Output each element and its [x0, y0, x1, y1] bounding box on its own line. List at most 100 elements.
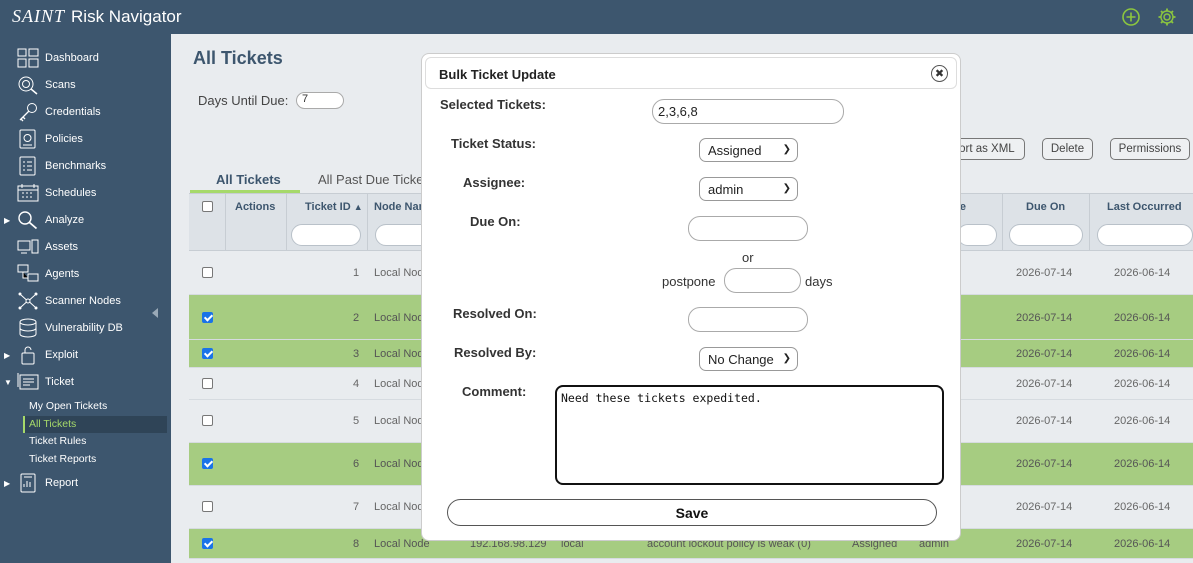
col-ticket-id-label: Ticket ID [305, 201, 351, 213]
sidebar-sub-all-tickets[interactable]: All Tickets [23, 416, 167, 433]
sidebar-item-benchmarks[interactable]: Benchmarks [0, 154, 171, 178]
sidebar-item-scans[interactable]: Scans [0, 73, 171, 97]
close-icon[interactable]: ✖ [931, 65, 948, 82]
ticket-status-value: Assigned [708, 142, 762, 158]
resolved-on-input[interactable] [688, 307, 808, 332]
cell-last-occurred: 2026-06-14 [1114, 458, 1171, 470]
row-checkbox[interactable] [202, 267, 213, 278]
cell-due-on: 2026-07-14 [1016, 312, 1073, 324]
sidebar-item-agents[interactable]: Agents [0, 262, 171, 286]
ticket-status-select[interactable]: Assigned ❯ [699, 138, 798, 162]
postpone-days-input[interactable] [724, 268, 801, 293]
cell-last-occurred: 2026-06-14 [1114, 501, 1171, 513]
row-checkbox[interactable] [202, 458, 213, 469]
row-checkbox[interactable] [202, 378, 213, 389]
sidebar-item-exploit[interactable]: ▶ Exploit [0, 343, 171, 367]
cell-last-occurred: 2026-06-14 [1114, 538, 1171, 550]
sidebar-item-dashboard[interactable]: Dashboard [0, 46, 171, 70]
row-checkbox[interactable] [202, 312, 213, 323]
assignee-select[interactable]: admin ❯ [699, 177, 798, 201]
sidebar-item-label: Policies [45, 133, 83, 145]
permissions-button[interactable]: Permissions [1110, 138, 1190, 160]
sidebar-collapse-icon[interactable] [152, 308, 158, 318]
database-icon [19, 318, 37, 338]
tab-all-tickets[interactable]: All Tickets [216, 172, 281, 187]
collapse-caret-icon[interactable]: ▼ [4, 378, 12, 387]
sidebar-item-analyze[interactable]: ▶ Analyze [0, 208, 171, 232]
cell-due-on: 2026-07-14 [1016, 378, 1073, 390]
cell-due-on: 2026-07-14 [1016, 501, 1073, 513]
sidebar-item-policies[interactable]: Policies [0, 127, 171, 151]
row-checkbox[interactable] [202, 415, 213, 426]
row-checkbox[interactable] [202, 348, 213, 359]
sidebar-item-report[interactable]: ▶ Report [0, 471, 171, 495]
delete-button[interactable]: Delete [1042, 138, 1093, 160]
days-until-due-input[interactable]: 7 [296, 92, 344, 109]
ticket-id-filter-input[interactable] [291, 224, 361, 246]
dashboard-icon [17, 48, 39, 68]
assignee-label: Assignee: [463, 175, 526, 190]
cell-node-name: Local Node [374, 267, 422, 279]
assignee-filter-input[interactable] [957, 224, 997, 246]
sidebar-item-ticket[interactable]: ▼ Ticket [0, 370, 171, 394]
expand-caret-icon[interactable]: ▶ [4, 479, 10, 488]
last-occurred-filter-input[interactable] [1097, 224, 1193, 246]
col-due-on[interactable]: Due On [1026, 201, 1065, 213]
sidebar-item-schedules[interactable]: Schedules [0, 181, 171, 205]
cell-last-occurred: 2026-06-14 [1114, 415, 1171, 427]
sidebar-item-label: Vulnerability DB [45, 322, 123, 334]
cell-ticket-id: 6 [353, 458, 360, 470]
brand[interactable]: SAINT Risk Navigator [12, 6, 182, 27]
sidebar-item-label: Scanner Nodes [45, 295, 121, 307]
expand-caret-icon[interactable]: ▶ [4, 351, 10, 360]
col-ticket-id[interactable]: Ticket ID ▲ [305, 201, 363, 213]
cell-due-on: 2026-07-14 [1016, 348, 1073, 360]
assignee-value: admin [708, 181, 744, 197]
cell-ticket-id: 3 [353, 348, 360, 360]
row-checkbox[interactable] [202, 538, 213, 549]
sidebar-item-label: Schedules [45, 187, 97, 199]
expand-caret-icon[interactable]: ▶ [4, 216, 10, 225]
resolved-by-select[interactable]: No Change ❯ [699, 347, 798, 371]
col-last-occurred[interactable]: Last Occurred [1107, 201, 1182, 213]
sidebar-item-label: Exploit [45, 349, 79, 361]
cell-last-occurred: 2026-06-14 [1114, 348, 1171, 360]
days-until-due-label: Days Until Due: [198, 93, 289, 108]
cell-ticket-id: 2 [353, 312, 360, 324]
sidebar-item-credentials[interactable]: Credentials [0, 100, 171, 124]
policy-icon [19, 129, 36, 149]
sidebar-item-label: Ticket [45, 376, 74, 388]
comment-textarea[interactable]: Need these tickets expedited. [555, 385, 944, 485]
cell-due-on: 2026-07-14 [1016, 415, 1073, 427]
top-bar: SAINT Risk Navigator [0, 0, 1193, 34]
cell-node-name: Local Node [374, 378, 422, 390]
sidebar-sub-ticket-rules[interactable]: Ticket Rules [23, 433, 167, 450]
calendar-icon [17, 184, 39, 202]
bulk-ticket-update-dialog: Bulk Ticket Update ✖ Selected Tickets: 2… [421, 53, 961, 541]
sidebar-sub-my-open-tickets[interactable]: My Open Tickets [23, 398, 167, 415]
sidebar-item-vulnerability-db[interactable]: Vulnerability DB [0, 316, 171, 340]
due-on-input[interactable] [688, 216, 808, 241]
gear-icon[interactable] [1157, 7, 1177, 27]
network-icon [18, 292, 38, 310]
row-checkbox[interactable] [202, 501, 213, 512]
or-text: or [742, 250, 754, 265]
resolved-by-label: Resolved By: [454, 345, 537, 360]
due-on-filter-input[interactable] [1009, 224, 1083, 246]
cell-node-name: Local Node [374, 458, 422, 470]
sidebar-item-label: Assets [45, 241, 79, 253]
save-button[interactable]: Save [447, 499, 937, 526]
cell-ticket-id: 1 [353, 267, 360, 279]
sidebar-item-assets[interactable]: Assets [0, 235, 171, 259]
delete-label: Delete [1050, 143, 1085, 155]
cell-node-name: Local Node [374, 415, 422, 427]
sidebar-item-label: Benchmarks [45, 160, 107, 172]
sidebar-item-scanner-nodes[interactable]: Scanner Nodes [0, 289, 171, 313]
postpone-text: postpone [662, 274, 716, 289]
add-circle-icon[interactable] [1121, 7, 1141, 27]
sort-icon: ▲ [353, 202, 363, 212]
selected-tickets-field[interactable]: 2,3,6,8 [652, 99, 844, 124]
sidebar-sub-ticket-reports[interactable]: Ticket Reports [23, 451, 167, 468]
tab-all-past-due-tickets[interactable]: All Past Due Tickets [318, 172, 434, 187]
select-all-checkbox[interactable] [202, 201, 213, 212]
